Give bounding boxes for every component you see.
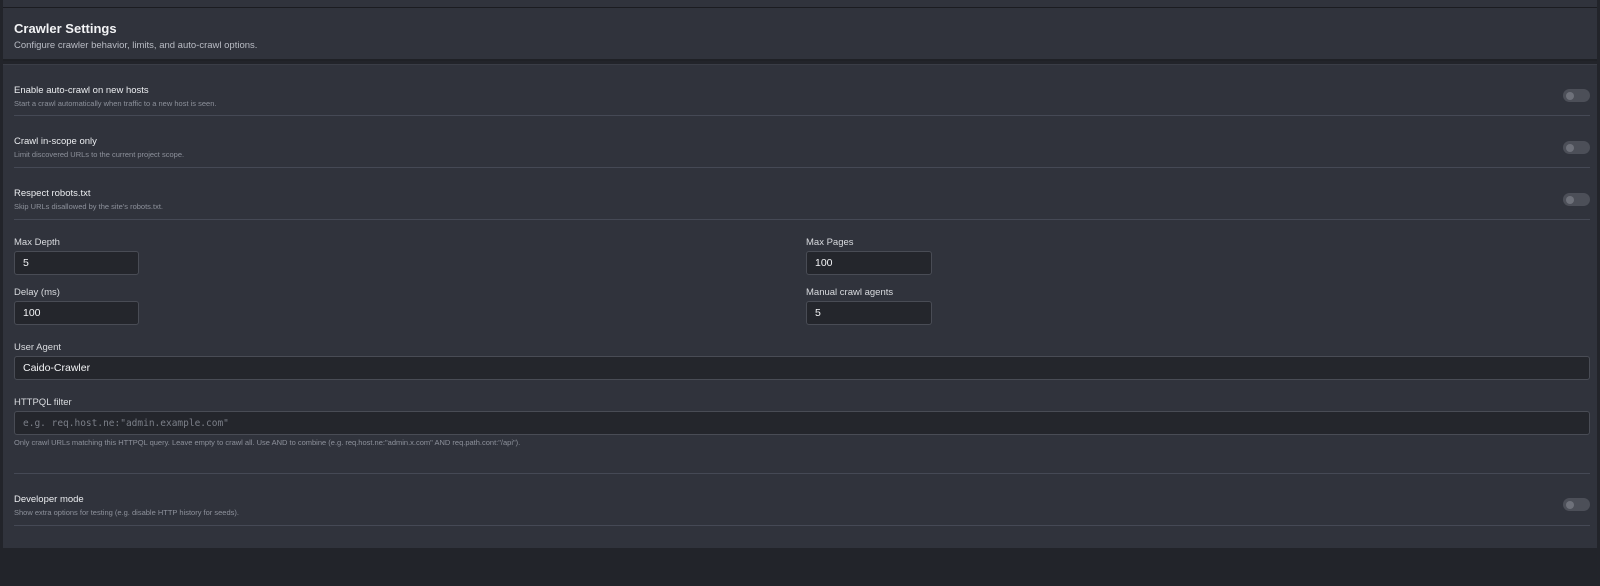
- settings-header: Crawler Settings Configure crawler behav…: [3, 8, 1597, 61]
- settings-panel: Enable auto-crawl on new hosts Start a c…: [3, 64, 1597, 548]
- toggle-knob: [1566, 143, 1574, 152]
- httpql-label: HTTPQL filter: [14, 397, 72, 408]
- toggle-knob: [1566, 500, 1574, 509]
- httpql-hint: Only crawl URLs matching this HTTPQL que…: [14, 438, 521, 447]
- auto-crawl-description: Start a crawl automatically when traffic…: [14, 99, 217, 108]
- section-divider: [14, 473, 1590, 474]
- toggle-knob: [1566, 91, 1574, 100]
- max-pages-label: Max Pages: [806, 237, 854, 248]
- in-scope-setting: Crawl in-scope only Limit discovered URL…: [14, 136, 1590, 168]
- in-scope-toggle[interactable]: [1563, 141, 1590, 154]
- in-scope-description: Limit discovered URLs to the current pro…: [14, 150, 185, 159]
- auto-crawl-setting: Enable auto-crawl on new hosts Start a c…: [14, 85, 1590, 116]
- page-subtitle: Configure crawler behavior, limits, and …: [14, 40, 258, 51]
- httpql-filter-input[interactable]: [14, 411, 1590, 435]
- robots-toggle[interactable]: [1563, 193, 1590, 206]
- page-title: Crawler Settings: [14, 21, 117, 36]
- robots-label: Respect robots.txt: [14, 188, 91, 199]
- toggle-knob: [1566, 195, 1574, 204]
- delay-label: Delay (ms): [14, 287, 60, 298]
- max-pages-input[interactable]: [806, 251, 932, 275]
- agents-input[interactable]: [806, 301, 932, 325]
- robots-setting: Respect robots.txt Skip URLs disallowed …: [14, 188, 1590, 220]
- in-scope-label: Crawl in-scope only: [14, 136, 97, 147]
- agents-label: Manual crawl agents: [806, 287, 894, 298]
- developer-mode-setting: Developer mode Show extra options for te…: [14, 494, 1590, 526]
- user-agent-input[interactable]: [14, 356, 1590, 380]
- developer-mode-label: Developer mode: [14, 494, 84, 505]
- auto-crawl-toggle[interactable]: [1563, 89, 1590, 102]
- max-depth-input[interactable]: [14, 251, 139, 275]
- delay-input[interactable]: [14, 301, 139, 325]
- developer-mode-description: Show extra options for testing (e.g. dis…: [14, 508, 239, 517]
- developer-mode-toggle[interactable]: [1563, 498, 1590, 511]
- auto-crawl-label: Enable auto-crawl on new hosts: [14, 85, 149, 96]
- user-agent-label: User Agent: [14, 342, 61, 353]
- top-strip: [3, 0, 1597, 8]
- robots-description: Skip URLs disallowed by the site's robot…: [14, 202, 163, 211]
- max-depth-label: Max Depth: [14, 237, 60, 248]
